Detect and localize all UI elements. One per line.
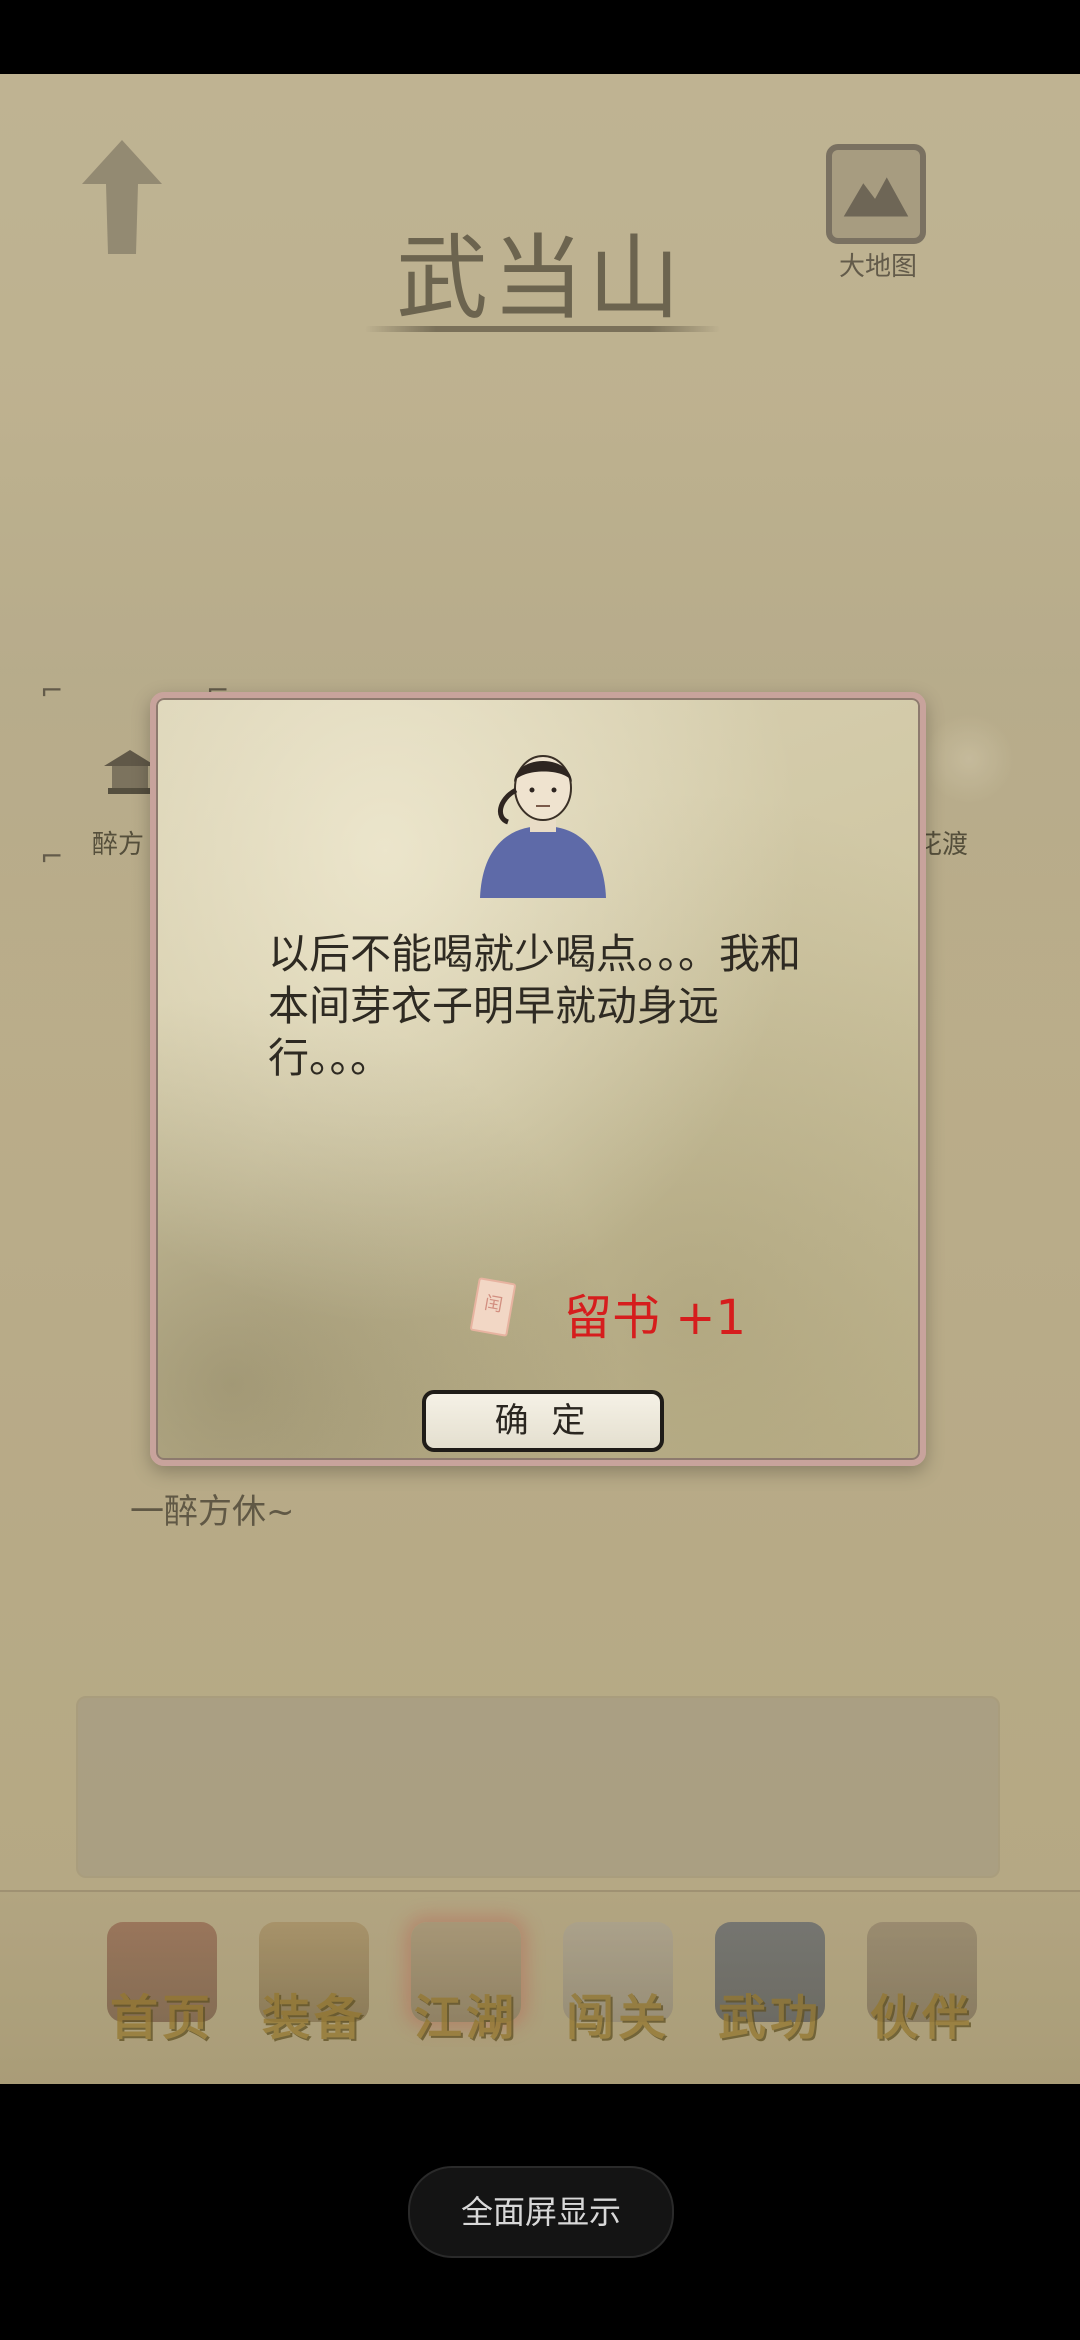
frame-corner-mark: ⌐: [40, 674, 64, 707]
frame-corner-mark: ⌐: [40, 840, 64, 873]
location-description: 一醉方休~: [130, 1492, 295, 1532]
reward-text: 留书 +1: [564, 1290, 747, 1346]
location-label-left[interactable]: 醉方: [92, 824, 144, 861]
nav-item-challenge[interactable]: 闯关: [548, 1914, 688, 2064]
nav-item-martial-arts[interactable]: 武功: [700, 1914, 840, 2064]
world-map-label: 大地图: [838, 252, 917, 282]
message-log-box: [76, 1696, 1000, 1878]
nav-item-label: 武功: [717, 1990, 822, 2046]
dialog-message: 以后不能喝就少喝点。。。我和本间芽衣子明早就动身远行。。。: [268, 930, 801, 1082]
nav-item-jianghu[interactable]: 江湖: [396, 1914, 536, 2064]
mountain-icon: [843, 177, 909, 217]
status-bar: [0, 0, 1080, 74]
nav-item-label: 闯关: [565, 1990, 670, 2046]
letter-item-glyph: 闰: [482, 1292, 505, 1317]
nav-item-label: 装备: [261, 1990, 366, 2046]
nav-item-companions[interactable]: 伙伴: [852, 1914, 992, 2064]
nav-item-label: 首页: [109, 1990, 214, 2046]
letter-item-icon: 闰: [469, 1277, 517, 1337]
npc-dialog: 以后不能喝就少喝点。。。我和本间芽衣子明早就动身远行。。。 闰 留书 +1 确 …: [150, 692, 926, 1466]
confirm-button[interactable]: 确 定: [422, 1390, 664, 1452]
fullscreen-display-button[interactable]: 全面屏显示: [408, 2166, 674, 2258]
ferry-icon[interactable]: [924, 714, 1014, 804]
world-map-button[interactable]: [826, 144, 926, 244]
nav-item-equipment[interactable]: 装备: [244, 1914, 384, 2064]
nav-item-label: 江湖: [413, 1990, 518, 2046]
title-underline: [365, 326, 720, 332]
bottom-navigation: 首页 装备 江湖 闯关 武功 伙伴: [0, 1890, 1080, 2084]
nav-item-label: 伙伴: [869, 1990, 974, 2046]
npc-portrait: [480, 755, 606, 898]
nav-item-home[interactable]: 首页: [92, 1914, 232, 2064]
